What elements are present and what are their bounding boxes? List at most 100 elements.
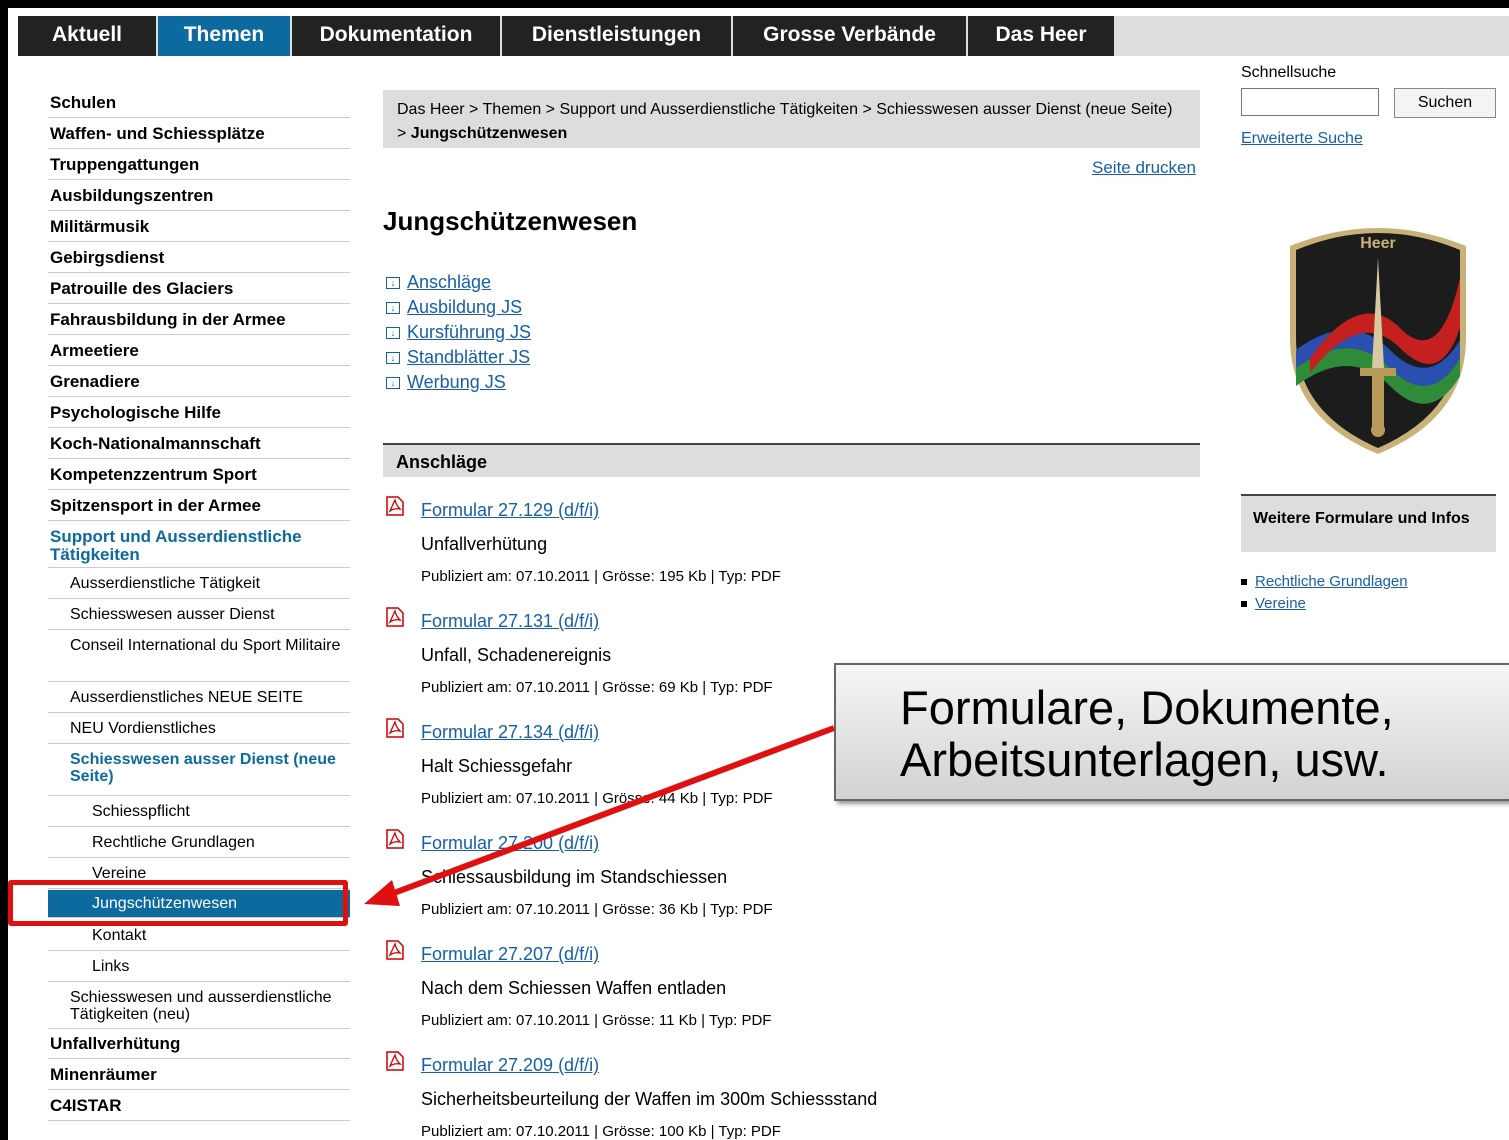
advanced-search-link[interactable]: Erweiterte Suche (1241, 130, 1363, 148)
sidebar-item[interactable]: Truppengattungen (48, 150, 350, 180)
section-link-list: ↓ Anschläge ↓ Ausbildung JS ↓ Kursführung J… (386, 270, 531, 395)
sidebar-item-label: Kontakt (92, 927, 147, 944)
sidebar-item[interactable]: Grenadiere (48, 367, 350, 397)
sidebar-item-label: C4ISTAR (50, 1096, 122, 1115)
sidebar-item-label: Patrouille des Glaciers (50, 279, 234, 298)
sidebar-item-label: NEU Vordienstliches (70, 720, 216, 737)
sidebar-item[interactable]: Unfallverhütung (48, 1029, 350, 1059)
sidebar-item[interactable]: Schiesswesen und ausserdienstliche Tätig… (48, 983, 350, 1029)
sidebar-item[interactable]: Kompetenzzentrum Sport (48, 460, 350, 490)
sidebar-item[interactable]: Fahrausbildung in der Armee (48, 305, 350, 335)
sidebar-item[interactable]: Patrouille des Glaciers (48, 274, 350, 304)
annotation-highlight-box (8, 880, 348, 926)
sidebar-item[interactable]: Militärmusik (48, 212, 350, 242)
sidebar-item[interactable]: Schiesspflicht (48, 797, 350, 827)
pdf-icon[interactable] (386, 1051, 404, 1071)
pdf-icon[interactable] (386, 607, 404, 627)
sidebar-item-label: Support und Ausserdienstliche Tätigkeite… (50, 527, 302, 564)
toc-item[interactable]: ↓ Werbung JS (386, 370, 531, 395)
tab-themen[interactable]: Themen (158, 16, 292, 56)
toc-item[interactable]: ↓ Standblätter JS (386, 345, 531, 370)
sidebar-item[interactable]: Ausserdienstliches NEUE SEITE (48, 683, 350, 713)
sidebar-item[interactable]: Rechtliche Grundlagen (48, 828, 350, 858)
sidebar-item-label: Schiesswesen ausser Dienst (70, 606, 275, 623)
sidebar-item-label: Conseil International du Sport Militaire (70, 637, 341, 654)
tab-dokumentation[interactable]: Dokumentation (292, 16, 502, 56)
sidebar-item-label: Ausbildungszentren (50, 186, 214, 205)
sidebar-item-label: Fahrausbildung in der Armee (50, 310, 286, 329)
document-description: Schiessausbildung im Standschiessen (421, 867, 728, 887)
document-link[interactable]: Formular 27.209 (d/f/i) (421, 1055, 599, 1076)
bullet-icon (1241, 601, 1247, 608)
sidebar-item-label: Ausserdienstliche Tätigkeit (70, 575, 261, 592)
toc-item[interactable]: ↓ Anschläge (386, 270, 531, 295)
pdf-icon[interactable] (386, 496, 404, 516)
top-navigation: Aktuell Themen Dokumentation Dienstleist… (18, 16, 1509, 56)
print-page-link[interactable]: Seite drucken (1092, 158, 1196, 178)
sidebar-item[interactable]: Schiesswesen ausser Dienst (48, 600, 350, 630)
sidebar-item[interactable]: Waffen- und Schiessplätze (48, 119, 350, 149)
document-meta: Publiziert am: 07.10.2011 | Grösse: 69 K… (421, 679, 773, 696)
document-description: Sicherheitsbeurteilung der Waffen im 300… (421, 1089, 878, 1109)
sidebar-item-label: Truppengattungen (50, 155, 200, 174)
sidebar-item-label: Schiesspflicht (92, 803, 190, 820)
emblem-text: Heer (1360, 235, 1396, 252)
sidebar-item[interactable]: NEU Vordienstliches (48, 714, 350, 744)
jump-link-icon: ↓ (386, 301, 400, 314)
toc-item[interactable]: ↓ Kursführung JS (386, 320, 531, 345)
pdf-icon[interactable] (386, 718, 404, 738)
forms-info-item[interactable]: Rechtliche Grundlagen (1241, 571, 1408, 593)
sidebar-item-label: Gebirgsdienst (50, 248, 165, 267)
sidebar-item-label: Schulen (50, 93, 117, 112)
sidebar-item[interactable]: Ausbildungszentren (48, 181, 350, 211)
forms-info-item[interactable]: Vereine (1241, 593, 1408, 615)
sidebar-item-label: Spitzensport in der Armee (50, 496, 261, 515)
sidebar-item-label: Schiesswesen ausser Dienst (neue Seite) (70, 751, 336, 785)
document-link[interactable]: Formular 27.129 (d/f/i) (421, 500, 599, 521)
sidebar-item[interactable]: Armeetiere (48, 336, 350, 366)
tab-das-heer[interactable]: Das Heer (968, 16, 1116, 56)
sidebar-item[interactable]: Ausserdienstliche Tätigkeit (48, 569, 350, 599)
sidebar-item-label: Links (92, 958, 130, 975)
sidebar-item[interactable]: Gebirgsdienst (48, 243, 350, 273)
toc-item[interactable]: ↓ Ausbildung JS (386, 295, 531, 320)
document-meta: Publiziert am: 07.10.2011 | Grösse: 11 K… (421, 1012, 772, 1029)
sidebar-item-label: Unfallverhütung (50, 1034, 181, 1053)
breadcrumb-current: Jungschützenwesen (410, 125, 568, 142)
jump-link-icon: ↓ (386, 326, 400, 339)
page-title: Jungschützenwesen (383, 206, 638, 236)
sidebar-item-label: Psychologische Hilfe (50, 403, 221, 422)
sidebar-item-label: Minenräumer (50, 1065, 157, 1084)
breadcrumb: Das Heer > Themen > Support und Ausserdi… (383, 90, 1200, 148)
tab-grosse-verbaende[interactable]: Grosse Verbände (733, 16, 968, 56)
document-link[interactable]: Formular 27.200 (d/f/i) (421, 833, 599, 854)
sidebar-item[interactable]: Schiesswesen ausser Dienst (neue Seite) (48, 745, 350, 796)
document-meta: Publiziert am: 07.10.2011 | Grösse: 195 … (421, 568, 781, 585)
jump-link-icon: ↓ (386, 376, 400, 389)
forms-info-list: Rechtliche Grundlagen Vereine (1241, 571, 1408, 615)
search-input[interactable] (1241, 88, 1379, 116)
sidebar-item[interactable]: Koch-Nationalmannschaft (48, 429, 350, 459)
pdf-icon[interactable] (386, 829, 404, 849)
sidebar-item[interactable]: Conseil International du Sport Militaire (48, 631, 350, 682)
annotation-callout: Formulare, Dokumente, Arbeitsunterlagen,… (834, 663, 1509, 801)
callout-line-2: Arbeitsunterlagen, usw. (900, 733, 1389, 786)
document-link[interactable]: Formular 27.134 (d/f/i) (421, 722, 599, 743)
section-header-anschlaege: Anschläge (383, 443, 1200, 477)
sidebar-item[interactable]: Links (48, 952, 350, 982)
sidebar-item[interactable]: Support und Ausserdienstliche Tätigkeite… (48, 522, 350, 568)
tab-aktuell[interactable]: Aktuell (18, 16, 158, 56)
tab-dienstleistungen[interactable]: Dienstleistungen (502, 16, 733, 56)
sidebar-item[interactable]: C4ISTAR (48, 1091, 350, 1121)
document-link[interactable]: Formular 27.131 (d/f/i) (421, 611, 599, 632)
sidebar-item[interactable]: Spitzensport in der Armee (48, 491, 350, 521)
search-button[interactable]: Suchen (1394, 88, 1496, 118)
sidebar-item[interactable]: Psychologische Hilfe (48, 398, 350, 428)
document-description: Unfallverhütung (421, 534, 548, 554)
document-link[interactable]: Formular 27.207 (d/f/i) (421, 944, 599, 965)
callout-line-1: Formulare, Dokumente, (900, 681, 1394, 734)
sidebar-item[interactable]: Minenräumer (48, 1060, 350, 1090)
sidebar-item[interactable]: Schulen (48, 88, 350, 118)
sidebar-item-label: Ausserdienstliches NEUE SEITE (70, 689, 303, 706)
pdf-icon[interactable] (386, 940, 404, 960)
